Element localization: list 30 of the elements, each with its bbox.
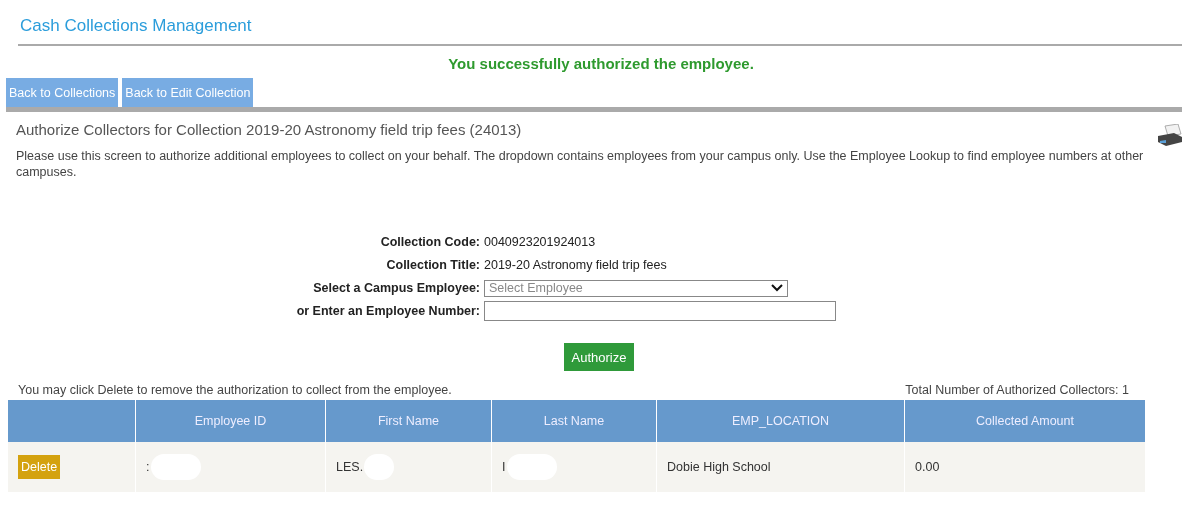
table-cell: LES. xyxy=(325,442,492,492)
section-heading: Authorize Collectors for Collection 2019-20 Astronomy field trip fees (24013) xyxy=(16,121,522,138)
field-label: or Enter an Employee Number: xyxy=(295,304,481,318)
column-header: Last Name xyxy=(491,400,657,442)
success-message: You successfully authorized the employee. xyxy=(447,55,755,74)
chevron-down-icon xyxy=(771,284,783,292)
collector-total: Total Number of Authorized Collectors: 1 xyxy=(905,383,1129,397)
field-value: 2019-20 Astronomy field trip fees xyxy=(484,258,667,272)
delete-note: You may click Delete to remove the authorization to collect from the employee. xyxy=(18,383,452,397)
printer-icon[interactable] xyxy=(1156,124,1182,146)
field-label: Collection Code: xyxy=(379,235,481,249)
nav-button[interactable]: Back to Edit Collection xyxy=(122,78,254,107)
field-label: Select a Campus Employee: xyxy=(312,281,481,295)
instructions-text: Please use this screen to authorize additional employees to collect on your behalf. The dropdown contains employees from your campus only. Use the Employee Lookup to find employee numbers at other campuses. xyxy=(16,148,1145,180)
employee-dropdown[interactable]: Select Employee xyxy=(484,279,788,297)
table-cell: : xyxy=(135,442,326,492)
column-header: EMP_LOCATION xyxy=(656,400,905,442)
table-cell: 0.00 xyxy=(904,442,1145,492)
delete-button[interactable]: Delete xyxy=(18,455,61,479)
field-value: 0040923201924013 xyxy=(484,235,596,249)
table-cell: Dobie High School xyxy=(656,442,905,492)
authorize-button[interactable]: Authorize xyxy=(563,343,635,371)
page-title: Cash Collections Management xyxy=(19,15,253,37)
field-label: Collection Title: xyxy=(385,258,481,272)
nav-button[interactable]: Back to Collections xyxy=(6,78,119,107)
employee-number-field[interactable] xyxy=(484,301,836,321)
column-header: Collected Amount xyxy=(904,400,1145,442)
table-cell: I xyxy=(491,442,657,492)
column-header: Employee ID xyxy=(135,400,326,442)
column-header: First Name xyxy=(325,400,492,442)
